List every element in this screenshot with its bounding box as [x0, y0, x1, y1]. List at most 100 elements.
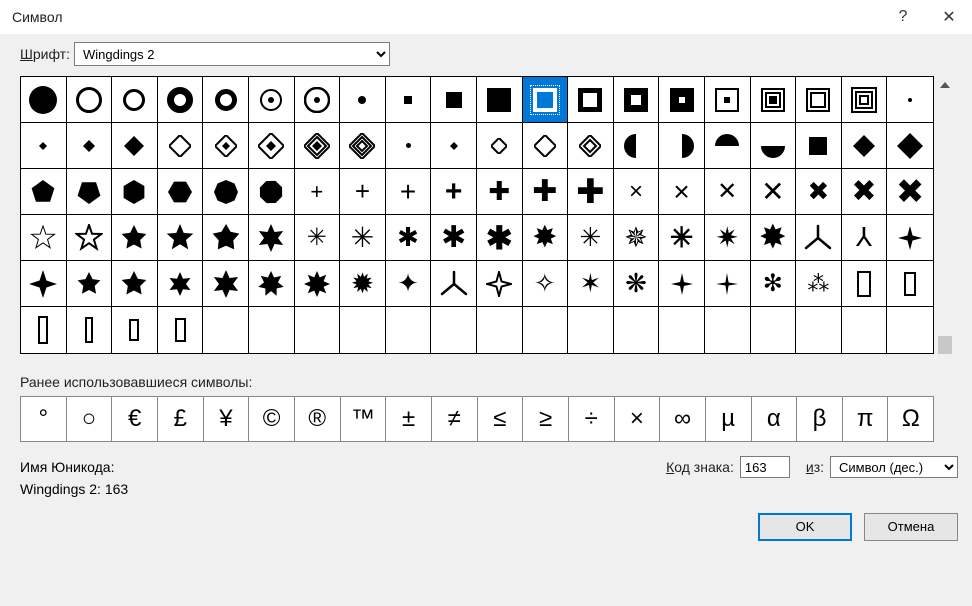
help-button[interactable]: ?	[880, 0, 926, 34]
symbol-cell[interactable]	[751, 307, 797, 353]
symbol-cell[interactable]	[112, 77, 158, 123]
symbol-cell[interactable]	[431, 77, 477, 123]
recent-cell[interactable]: ©	[249, 397, 295, 441]
symbol-cell[interactable]	[158, 261, 204, 307]
symbol-cell[interactable]	[295, 77, 341, 123]
scroll-thumb[interactable]	[938, 336, 952, 354]
symbol-cell[interactable]	[21, 215, 67, 261]
from-select[interactable]: Символ (дес.)	[830, 456, 958, 478]
symbol-cell[interactable]	[431, 261, 477, 307]
symbol-cell[interactable]	[705, 77, 751, 123]
symbol-cell[interactable]	[203, 123, 249, 169]
symbol-cell[interactable]	[523, 77, 569, 123]
symbol-cell[interactable]: ✚	[568, 169, 614, 215]
symbol-cell[interactable]: ✦	[386, 261, 432, 307]
symbol-cell[interactable]	[67, 77, 113, 123]
symbol-cell[interactable]	[67, 123, 113, 169]
symbol-cell[interactable]	[477, 123, 523, 169]
symbol-cell[interactable]: ⁂	[796, 261, 842, 307]
symbol-cell[interactable]	[249, 261, 295, 307]
symbol-cell[interactable]: +	[386, 169, 432, 215]
symbol-cell[interactable]	[112, 215, 158, 261]
symbol-cell[interactable]	[21, 123, 67, 169]
symbol-cell[interactable]	[523, 307, 569, 353]
symbol-cell[interactable]	[340, 307, 386, 353]
recent-cell[interactable]: ∞	[660, 397, 706, 441]
symbol-cell[interactable]	[295, 261, 341, 307]
symbol-cell[interactable]	[568, 123, 614, 169]
font-select[interactable]: Wingdings 2	[74, 42, 390, 66]
symbol-cell[interactable]	[249, 169, 295, 215]
symbol-cell[interactable]	[249, 123, 295, 169]
symbol-cell[interactable]	[21, 77, 67, 123]
symbol-cell[interactable]	[67, 215, 113, 261]
symbol-cell[interactable]	[751, 123, 797, 169]
symbol-cell[interactable]	[112, 169, 158, 215]
symbol-cell[interactable]	[614, 123, 660, 169]
symbol-cell[interactable]	[431, 307, 477, 353]
symbol-cell[interactable]	[659, 123, 705, 169]
symbol-cell[interactable]	[887, 123, 933, 169]
symbol-cell[interactable]	[158, 307, 204, 353]
symbol-cell[interactable]	[887, 215, 933, 261]
symbol-cell[interactable]	[386, 307, 432, 353]
symbol-cell[interactable]	[842, 123, 888, 169]
recent-cell[interactable]: α	[752, 397, 798, 441]
recent-cell[interactable]: Ω	[888, 397, 933, 441]
symbol-cell[interactable]: +	[340, 169, 386, 215]
symbol-cell[interactable]	[887, 261, 933, 307]
recent-cell[interactable]: ○	[67, 397, 113, 441]
symbol-cell[interactable]: ✖	[796, 169, 842, 215]
symbol-cell[interactable]	[796, 77, 842, 123]
symbol-cell[interactable]: ✸	[751, 215, 797, 261]
recent-cell[interactable]: ÷	[569, 397, 615, 441]
symbol-cell[interactable]	[842, 77, 888, 123]
recent-cell[interactable]: ×	[615, 397, 661, 441]
symbol-cell[interactable]	[295, 123, 341, 169]
symbol-cell[interactable]	[21, 169, 67, 215]
recent-cell[interactable]: ≤	[478, 397, 524, 441]
symbol-cell[interactable]	[21, 307, 67, 353]
symbol-cell[interactable]: ✳	[295, 215, 341, 261]
recent-cell[interactable]: €	[112, 397, 158, 441]
symbol-cell[interactable]	[659, 307, 705, 353]
grid-scrollbar[interactable]	[936, 76, 954, 354]
symbol-cell[interactable]	[386, 77, 432, 123]
symbol-cell[interactable]: ✕	[705, 169, 751, 215]
scroll-track[interactable]	[936, 94, 954, 336]
symbol-cell[interactable]	[112, 123, 158, 169]
symbol-cell[interactable]: ×	[659, 169, 705, 215]
recent-cell[interactable]: ™	[341, 397, 387, 441]
symbol-cell[interactable]: ✶	[568, 261, 614, 307]
recent-cell[interactable]: £	[158, 397, 204, 441]
recent-cell[interactable]: °	[21, 397, 67, 441]
symbol-cell[interactable]	[249, 307, 295, 353]
symbol-cell[interactable]: ✚	[477, 169, 523, 215]
symbol-cell[interactable]	[203, 261, 249, 307]
symbol-cell[interactable]	[477, 307, 523, 353]
symbol-cell[interactable]	[203, 215, 249, 261]
symbol-cell[interactable]	[796, 307, 842, 353]
symbol-cell[interactable]	[158, 77, 204, 123]
symbol-cell[interactable]	[249, 77, 295, 123]
symbol-cell[interactable]: ✷	[705, 215, 751, 261]
symbol-cell[interactable]	[158, 215, 204, 261]
close-button[interactable]: ✕	[926, 0, 972, 34]
symbol-cell[interactable]	[659, 261, 705, 307]
recent-cell[interactable]: ¥	[204, 397, 250, 441]
symbol-cell[interactable]: ✳	[568, 215, 614, 261]
symbol-cell[interactable]	[67, 307, 113, 353]
symbol-cell[interactable]	[67, 169, 113, 215]
symbol-cell[interactable]: ❋	[614, 261, 660, 307]
symbol-cell[interactable]	[112, 307, 158, 353]
symbol-cell[interactable]	[705, 123, 751, 169]
symbol-cell[interactable]	[158, 169, 204, 215]
symbol-cell[interactable]	[203, 307, 249, 353]
symbol-cell[interactable]: ✖	[842, 169, 888, 215]
symbol-cell[interactable]: +	[295, 169, 341, 215]
ok-button[interactable]: OK	[758, 513, 852, 541]
symbol-cell[interactable]: +	[431, 169, 477, 215]
symbol-cell[interactable]: ✱	[386, 215, 432, 261]
recent-cell[interactable]: ®	[295, 397, 341, 441]
symbol-cell[interactable]	[705, 261, 751, 307]
